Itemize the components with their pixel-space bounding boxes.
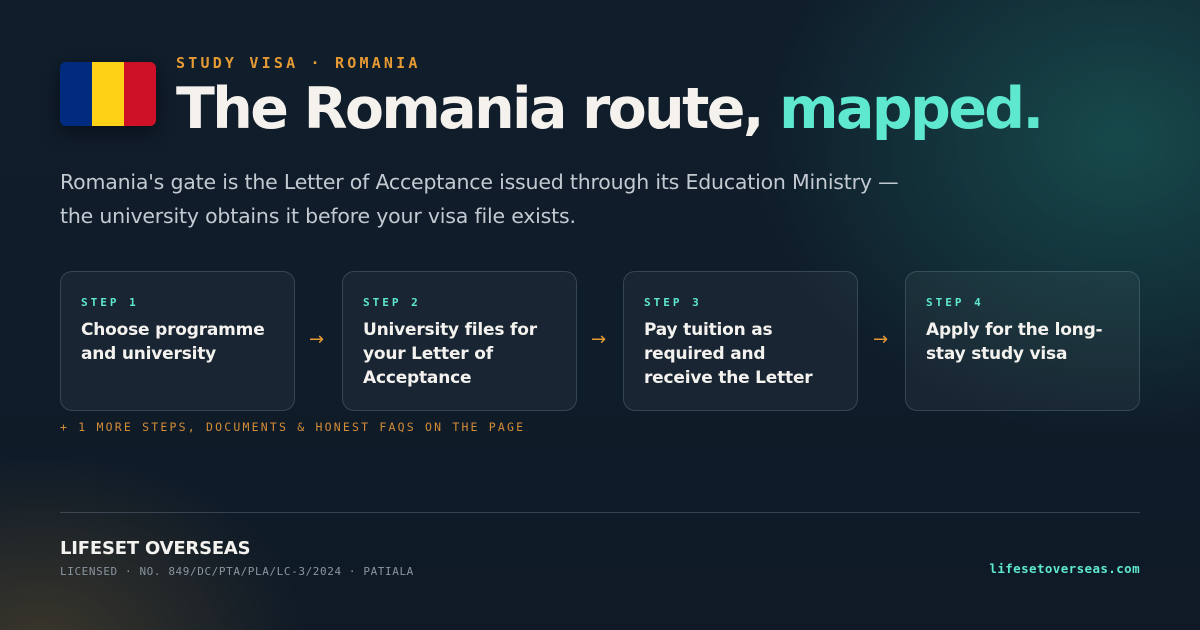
intro-paragraph: Romania's gate is the Letter of Acceptan… xyxy=(60,170,899,228)
romania-flag-icon xyxy=(60,62,156,126)
step-text: University files for your Letter of Acce… xyxy=(363,320,537,388)
arrow-right-icon: → xyxy=(591,329,607,350)
step-label: STEP 1 xyxy=(81,296,139,309)
footer-divider xyxy=(60,512,1140,513)
license-text: LICENSED · NO. 849/DC/PTA/PLA/LC-3/2024 … xyxy=(60,565,414,578)
eyebrow-label: STUDY VISA · ROMANIA xyxy=(176,54,421,72)
title-accent: mapped. xyxy=(779,76,1044,142)
step-card-3: STEP 3 Pay tuition as required and recei… xyxy=(623,271,858,411)
arrow-right-icon: → xyxy=(309,329,325,350)
flag-stripe-yellow xyxy=(92,62,124,126)
step-text: Choose programme and university xyxy=(81,320,265,364)
step-card-2: STEP 2 University files for your Letter … xyxy=(342,271,577,411)
title-main: The Romania route, xyxy=(176,76,780,142)
website-link[interactable]: lifesetoverseas.com xyxy=(989,561,1140,576)
step-label: STEP 4 xyxy=(926,296,984,309)
step-label: STEP 2 xyxy=(363,296,421,309)
step-text: Apply for the long-stay study visa xyxy=(926,320,1103,364)
brand-name: LIFESET OVERSEAS xyxy=(60,538,251,559)
page-title: The Romania route, mapped. xyxy=(176,74,1044,144)
flag-stripe-red xyxy=(124,62,156,126)
step-text: Pay tuition as required and receive the … xyxy=(644,320,813,388)
step-card-1: STEP 1 Choose programme and university xyxy=(60,271,295,411)
flag-stripe-blue xyxy=(60,62,92,126)
more-steps-note: + 1 MORE STEPS, DOCUMENTS & HONEST FAQS … xyxy=(60,420,526,434)
step-label: STEP 3 xyxy=(644,296,702,309)
step-card-4: STEP 4 Apply for the long-stay study vis… xyxy=(905,271,1140,411)
arrow-right-icon: → xyxy=(873,329,889,350)
